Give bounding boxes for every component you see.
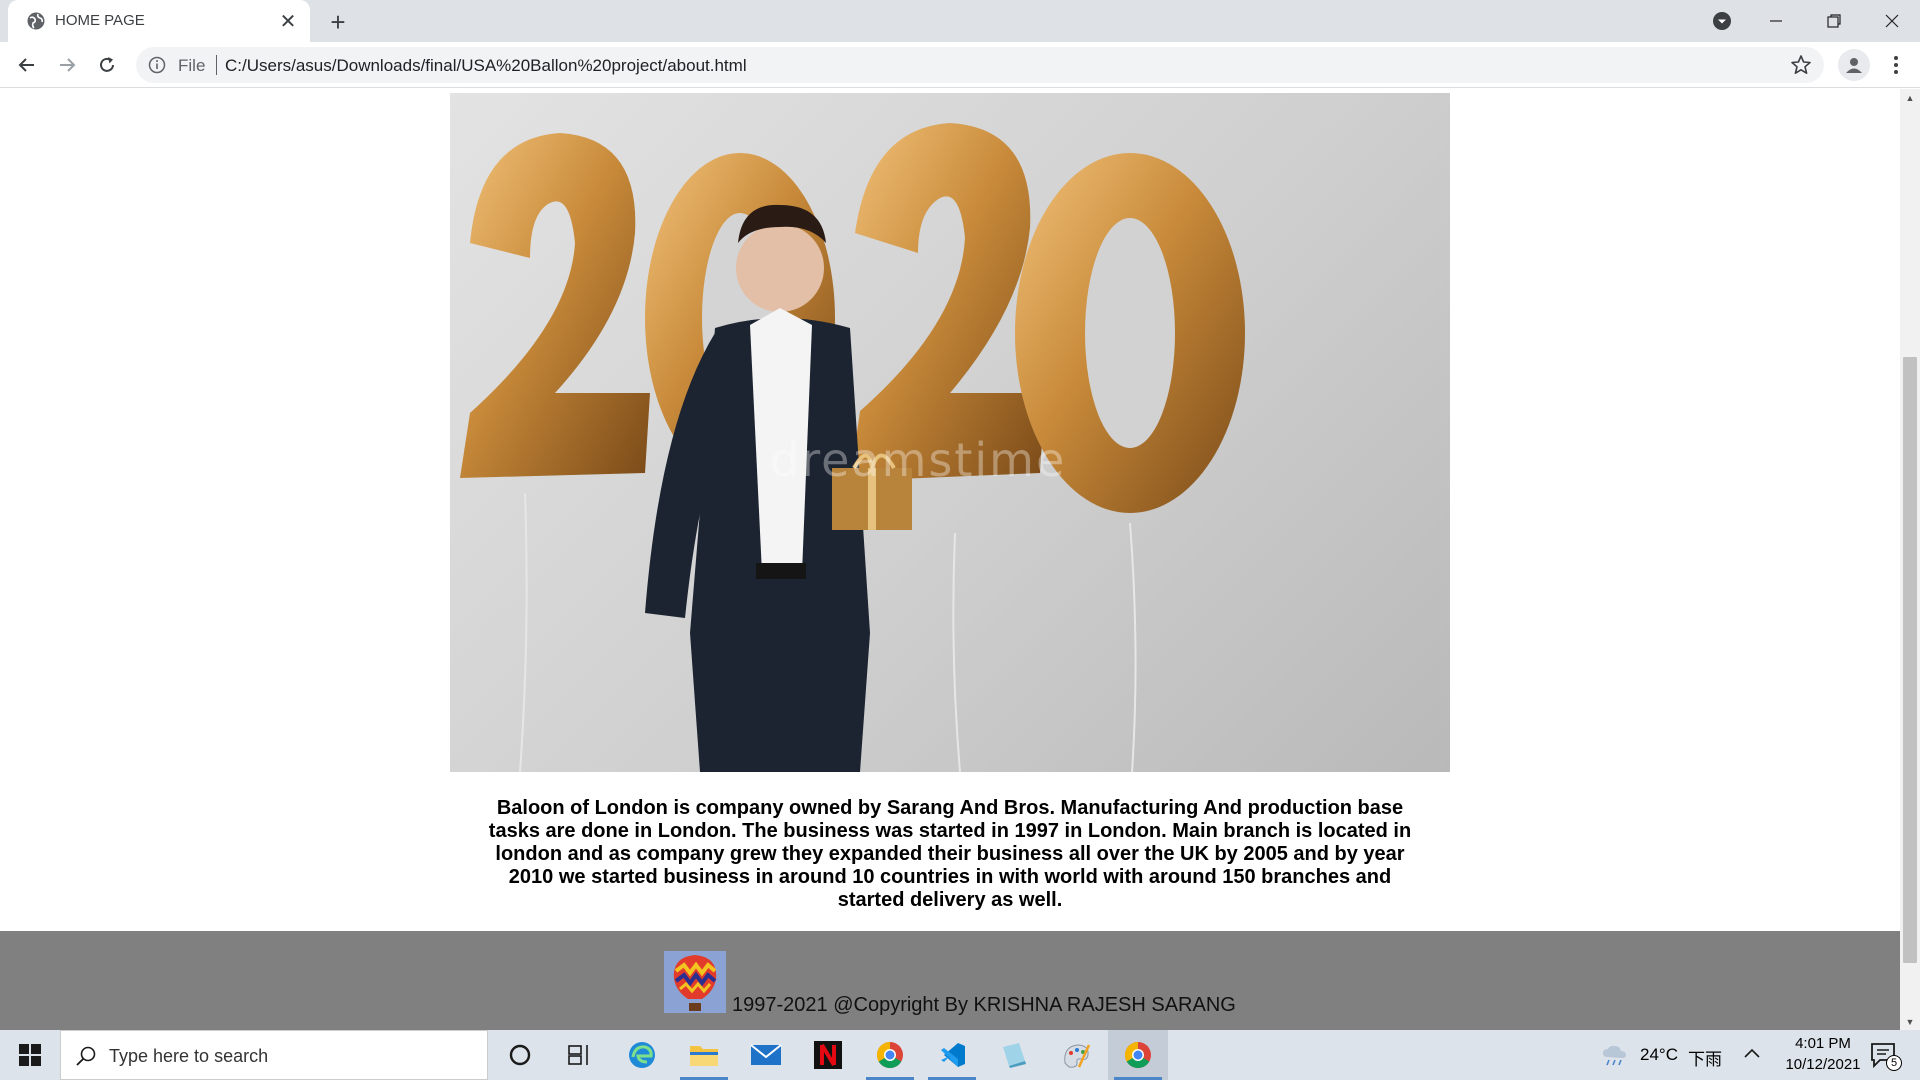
paint-palette-icon — [1064, 1044, 1091, 1068]
notification-count-badge: 5 — [1886, 1055, 1902, 1071]
clock-time[interactable]: 4:01 PM — [1780, 1035, 1866, 1052]
clock-date[interactable]: 10/12/2021 — [1774, 1056, 1872, 1073]
scroll-up-arrow-icon[interactable]: ▲ — [1900, 89, 1920, 106]
chrome-icon — [1124, 1041, 1151, 1069]
browser-toolbar: File C:/Users/asus/Downloads/final/USA%2… — [0, 42, 1920, 88]
profile-button[interactable] — [1838, 49, 1870, 81]
rain-cloud-icon[interactable] — [1600, 1044, 1628, 1066]
avatar-icon — [1846, 58, 1862, 73]
taskbar-paint[interactable] — [1046, 1030, 1106, 1080]
mail-icon — [750, 1044, 782, 1065]
url-separator — [216, 55, 217, 75]
close-icon — [1885, 14, 1899, 28]
hero-watermark: dreamstime — [770, 433, 1067, 487]
browser-menu-button[interactable] — [1882, 50, 1910, 80]
edge-icon — [629, 1042, 655, 1068]
restore-button[interactable] — [1806, 0, 1862, 42]
info-icon[interactable] — [148, 56, 166, 74]
search-placeholder: Type here to search — [109, 1046, 269, 1066]
notepad-icon — [1003, 1043, 1026, 1068]
vscode-icon — [941, 1043, 965, 1067]
minimize-button[interactable] — [1748, 0, 1804, 42]
globe-icon — [27, 12, 45, 30]
tab-search-icon[interactable] — [1712, 11, 1732, 31]
minimize-icon — [1770, 20, 1782, 22]
scroll-down-arrow-icon[interactable]: ▼ — [1900, 1013, 1920, 1030]
tab-close-icon[interactable]: ✕ — [276, 9, 300, 33]
windows-logo-icon — [19, 1044, 41, 1066]
url-scheme-label: File — [178, 56, 206, 75]
url-text[interactable]: C:/Users/asus/Downloads/final/USA%20Ball… — [225, 56, 747, 76]
task-view-button[interactable] — [550, 1030, 610, 1080]
windows-taskbar: Type here to search 24°C 下雨 4:01 PM 10/1… — [0, 1030, 1920, 1080]
search-icon — [76, 1046, 96, 1066]
back-button[interactable] — [12, 50, 42, 80]
taskbar-netflix[interactable] — [798, 1030, 858, 1080]
netflix-icon — [814, 1041, 842, 1069]
task-view-icon — [568, 1045, 588, 1065]
reload-icon — [100, 57, 114, 72]
hero-image: dreamstime — [450, 93, 1450, 772]
hot-air-balloon-logo — [664, 951, 726, 1013]
about-paragraph: Baloon of London is company owned by Sar… — [488, 797, 1412, 911]
taskbar-mail[interactable] — [736, 1030, 796, 1080]
taskbar-edge[interactable] — [612, 1030, 672, 1080]
taskbar-vscode[interactable] — [922, 1030, 982, 1080]
tab-strip: HOME PAGE ✕ + — [0, 0, 1920, 42]
taskbar-file-explorer[interactable] — [674, 1030, 734, 1080]
restore-icon — [1827, 14, 1841, 28]
kebab-menu-icon — [1894, 56, 1898, 74]
tab-title: HOME PAGE — [55, 12, 145, 29]
weather-temperature[interactable]: 24°C — [1640, 1045, 1678, 1065]
address-bar[interactable]: File C:/Users/asus/Downloads/final/USA%2… — [136, 47, 1824, 83]
taskbar-notepad[interactable] — [984, 1030, 1044, 1080]
start-button[interactable] — [0, 1030, 60, 1080]
page-viewport: dreamstime Baloon of London is company o… — [0, 89, 1900, 1030]
cortana-circle-icon — [509, 1044, 531, 1066]
cortana-button[interactable] — [490, 1030, 550, 1080]
footer-copyright: 1997-2021 @Copyright By KRISHNA RAJESH S… — [732, 994, 1236, 1016]
arrow-right-icon — [60, 58, 76, 72]
taskbar-search-box[interactable]: Type here to search — [60, 1030, 488, 1080]
forward-button[interactable] — [52, 50, 82, 80]
taskbar-chrome-active[interactable] — [1108, 1030, 1168, 1080]
arrow-left-icon — [18, 58, 34, 72]
chevron-up-icon[interactable] — [1742, 1044, 1762, 1064]
new-tab-button[interactable]: + — [324, 7, 352, 37]
chrome-icon — [876, 1041, 903, 1069]
bookmark-star-icon[interactable] — [1790, 54, 1812, 76]
reload-button[interactable] — [92, 50, 122, 80]
close-window-button[interactable] — [1864, 0, 1920, 42]
taskbar-chrome[interactable] — [860, 1030, 920, 1080]
page-footer: 1997-2021 @Copyright By KRISHNA RAJESH S… — [0, 931, 1900, 1030]
page-scrollbar[interactable]: ▲ ▼ — [1900, 89, 1920, 1030]
scrollbar-thumb[interactable] — [1903, 357, 1917, 963]
weather-condition[interactable]: 下雨 — [1688, 1045, 1722, 1070]
browser-tab[interactable]: HOME PAGE ✕ — [8, 0, 310, 42]
folder-icon — [690, 1046, 718, 1066]
